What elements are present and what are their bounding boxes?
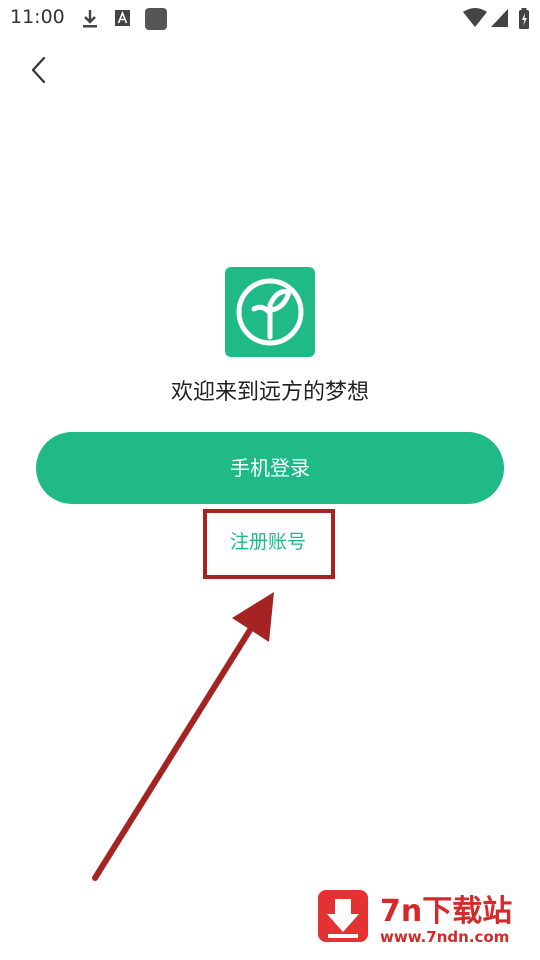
download-arrow-icon: [318, 890, 368, 942]
app-square-icon: [145, 8, 167, 30]
status-time: 11:00: [10, 6, 65, 28]
sprout-icon: [236, 278, 304, 346]
site-watermark: 7n下载站 www.7ndn.com: [300, 872, 540, 960]
annotation-highlight-box: [203, 509, 335, 579]
battery-icon: [519, 8, 529, 29]
font-a-icon: [115, 10, 130, 26]
chevron-left-icon: [31, 56, 46, 84]
status-bar: 11:00: [0, 0, 540, 36]
watermark-title: 7n下载站: [380, 894, 513, 929]
cell-signal-icon: [491, 9, 508, 27]
phone-login-button[interactable]: 手机登录: [36, 432, 504, 504]
app-logo: [225, 267, 315, 357]
wifi-icon: [463, 8, 487, 27]
back-button[interactable]: [22, 52, 58, 88]
welcome-text: 欢迎来到远方的梦想: [170, 380, 369, 405]
watermark-url: www.7ndn.com: [380, 928, 510, 946]
download-icon: [83, 10, 97, 28]
